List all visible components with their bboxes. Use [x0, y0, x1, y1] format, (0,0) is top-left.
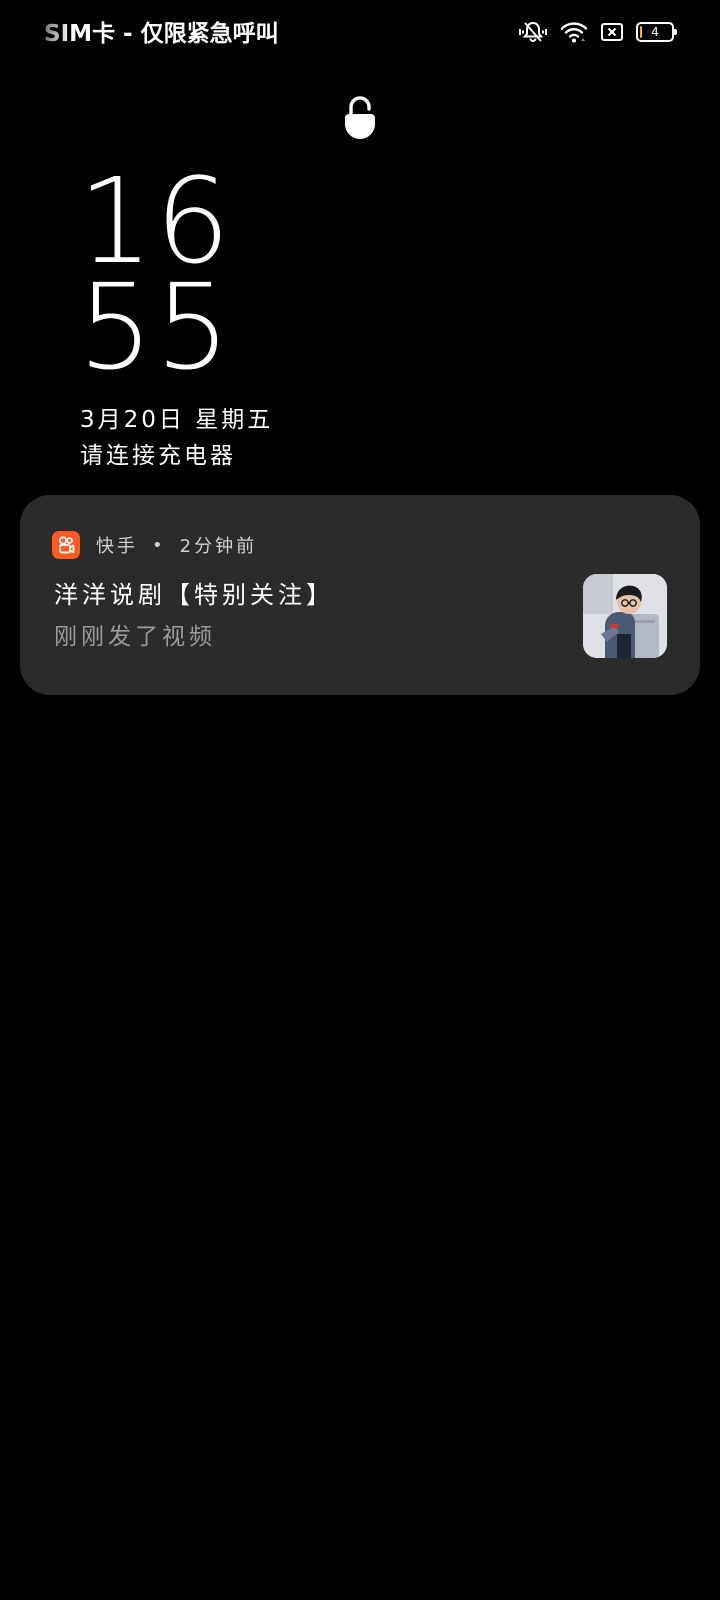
wifi-icon: [560, 20, 588, 44]
battery-icon: 4: [636, 22, 677, 42]
notification-title: 洋洋说剧【特别关注】: [54, 581, 334, 609]
separator-dot: •: [152, 534, 166, 556]
lock-open-icon[interactable]: [342, 96, 378, 142]
app-name: 快手: [96, 536, 138, 557]
status-icons: 4: [518, 18, 677, 46]
battery-level-text: 4: [651, 25, 659, 39]
notification-body: 刚刚发了视频: [54, 624, 216, 650]
charging-hint: 请连接充电器: [80, 443, 236, 469]
carrier-label: SIM卡 - 仅限紧急呼叫: [44, 21, 279, 47]
status-bar: SIM卡 - 仅限紧急呼叫 4: [0, 0, 720, 64]
clock-minute: 55: [78, 258, 233, 396]
notification-header: 快手 • 2分钟前: [96, 532, 257, 558]
lock-clock: 16 55: [78, 162, 233, 396]
notification-card[interactable]: 快手 • 2分钟前 洋洋说剧【特别关注】 刚刚发了视频: [20, 495, 700, 695]
notification-thumbnail: [583, 574, 667, 658]
no-sim-icon: [600, 21, 624, 43]
date-label: 3月20日 星期五: [80, 407, 274, 433]
bell-off-icon: [518, 20, 548, 44]
kuaishou-app-icon: [52, 531, 80, 559]
notification-time: 2分钟前: [179, 536, 258, 557]
